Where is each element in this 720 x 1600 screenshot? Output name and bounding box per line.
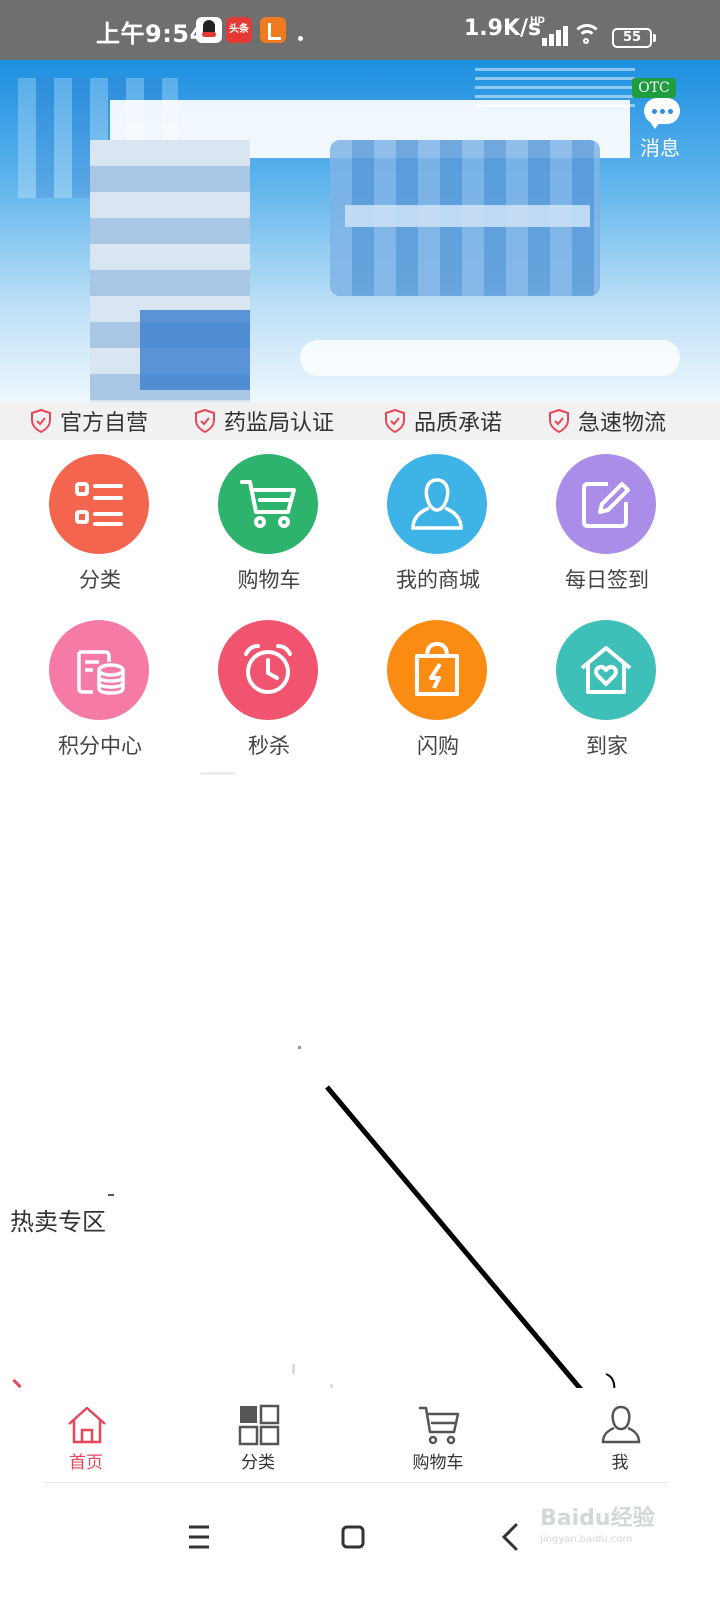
circle-bg [49, 620, 149, 720]
hot-section-mark [108, 1194, 114, 1196]
user-icon [411, 478, 463, 530]
promo-banner[interactable]: OTC 消息 [0, 60, 720, 402]
hd-label: HD [530, 16, 546, 26]
battery-indicator: 55 [612, 28, 656, 48]
circle-bg [556, 620, 656, 720]
banner-highlight [300, 340, 680, 376]
alarm-clock-icon [244, 644, 292, 694]
banner-blurred-caption-line [345, 205, 590, 227]
grid-item-label: 每日签到 [565, 568, 649, 592]
grid-item-label: 积分中心 [58, 734, 142, 758]
trust-label: 药监局认证 [224, 411, 335, 436]
grid-item-quick-buy[interactable]: 闪购 [353, 606, 523, 766]
list-icon [75, 482, 123, 526]
grid-item-category[interactable]: 分类 [15, 440, 185, 600]
tab-cart[interactable]: 购物车 [378, 1388, 498, 1482]
toutiao-icon: 头条 [226, 17, 252, 43]
grid-item-label: 购物车 [237, 568, 301, 592]
wifi-icon [572, 22, 602, 48]
tab-bar-divider [44, 1482, 668, 1483]
coins-icon [77, 650, 125, 695]
orange-app-icon [260, 17, 286, 43]
trust-label: 品质承诺 [414, 411, 503, 436]
shield-check-icon [31, 409, 51, 433]
banner-blurred-fineprint [475, 68, 635, 108]
trust-item-official: 官方自营 [30, 402, 148, 440]
category-grid-icon [238, 1404, 280, 1446]
circle-bg [387, 620, 487, 720]
trust-item-delivery: 急速物流 [548, 402, 666, 440]
tab-me[interactable]: 我 [560, 1388, 680, 1482]
grid-item-label: 分类 [79, 568, 121, 592]
tab-home[interactable]: 首页 [26, 1388, 146, 1482]
circle-bg [218, 620, 318, 720]
banner-product-box-base [140, 310, 250, 390]
grid-item-my-mall[interactable]: 我的商城 [353, 440, 523, 600]
circle-bg [387, 454, 487, 554]
hot-section-title: 热卖专区 [10, 1208, 106, 1236]
speck [200, 772, 236, 775]
tab-category[interactable]: 分类 [198, 1388, 318, 1482]
shield-check-icon [385, 409, 405, 433]
grid-item-label: 闪购 [417, 734, 459, 758]
watermark-text: Baidu经验 [540, 1506, 655, 1531]
grid-item-cart[interactable]: 购物车 [184, 440, 354, 600]
speck [12, 1378, 22, 1389]
tab-label: 我 [611, 1453, 629, 1473]
home-heart-icon [580, 646, 632, 694]
profile-icon [601, 1405, 641, 1444]
shield-check-icon [195, 409, 215, 433]
trust-label: 官方自营 [60, 411, 149, 436]
bottom-tab-bar: 首页 分类 购物车 我 [0, 1388, 720, 1482]
tab-label: 首页 [69, 1453, 103, 1473]
home-icon [68, 1406, 106, 1444]
signal-icon: HD [530, 16, 568, 46]
speck [298, 1046, 301, 1049]
home-nav-icon[interactable] [328, 1512, 378, 1562]
otc-badge: OTC [632, 78, 676, 98]
grid-item-home-delivery[interactable]: 到家 [522, 606, 692, 766]
cart-icon [240, 480, 296, 528]
circle-bg [218, 454, 318, 554]
cart-icon [418, 1406, 460, 1445]
grid-item-points-center[interactable]: 积分中心 [15, 606, 185, 766]
grid-item-flash-sale[interactable]: 秒杀 [184, 606, 354, 766]
grid-item-label: 到家 [586, 734, 628, 758]
message-icon[interactable] [644, 98, 680, 129]
qq-icon [196, 17, 222, 43]
message-label[interactable]: 消息 [640, 132, 680, 161]
grid-item-label: 秒杀 [248, 734, 290, 758]
trust-item-certified: 药监局认证 [194, 402, 334, 440]
trust-bar: 官方自营 药监局认证 品质承诺 急速物流 [0, 402, 720, 440]
back-icon[interactable] [486, 1512, 536, 1562]
tab-label: 分类 [241, 1453, 275, 1473]
edit-icon [582, 482, 630, 528]
menu-icon[interactable] [174, 1512, 224, 1562]
status-time: 上午9:54 [96, 20, 207, 48]
more-notifications-dot [298, 36, 303, 41]
watermark-url: jingyan.baidu.com [540, 1534, 633, 1545]
circle-bg [556, 454, 656, 554]
shopping-bag-icon [415, 642, 459, 696]
grid-item-label: 我的商城 [396, 568, 480, 592]
baidu-watermark: Baidu经验 jingyan.baidu.com [540, 1494, 670, 1554]
speck [292, 1364, 295, 1374]
status-bar: 上午9:54 头条 1.9K/s HD 55 [0, 0, 720, 60]
tab-label: 购物车 [412, 1453, 464, 1473]
trust-item-quality: 品质承诺 [384, 402, 502, 440]
shield-check-icon [549, 409, 569, 433]
grid-item-daily-checkin[interactable]: 每日签到 [522, 440, 692, 600]
trust-label: 急速物流 [578, 411, 667, 436]
circle-bg [49, 454, 149, 554]
